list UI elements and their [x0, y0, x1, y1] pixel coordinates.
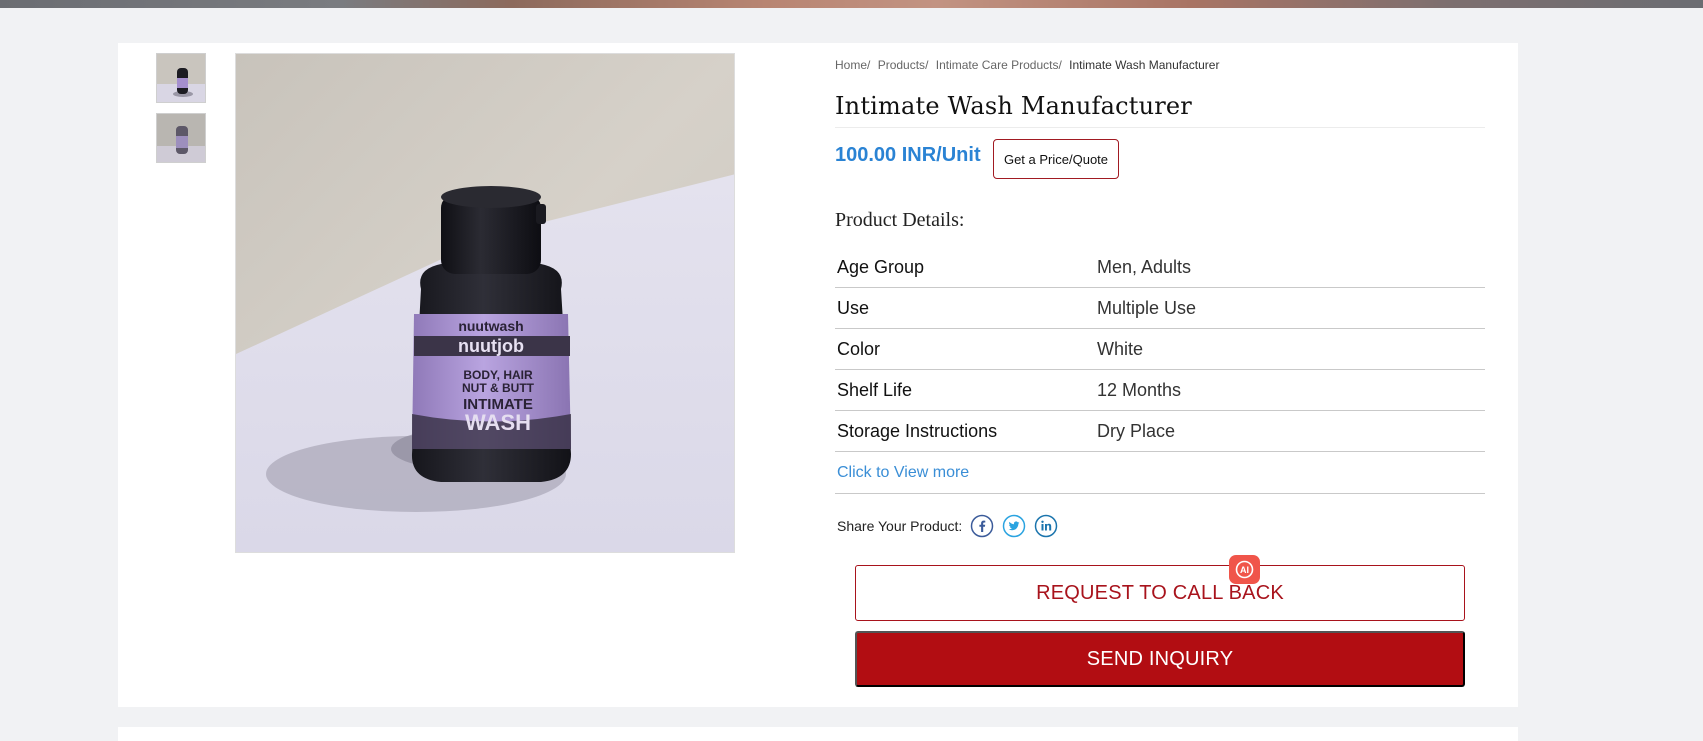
- view-more-row: Click to View more: [835, 452, 1485, 494]
- get-price-quote-button[interactable]: Get a Price/Quote: [993, 139, 1119, 179]
- bottle-thumb-image: [157, 54, 205, 102]
- spec-value: 12 Months: [1097, 379, 1182, 400]
- spec-value: Men, Adults: [1097, 256, 1192, 277]
- share-label: Share Your Product:: [837, 518, 963, 534]
- breadcrumb-separator: /: [925, 58, 929, 72]
- svg-text:WASH: WASH: [465, 410, 531, 435]
- request-call-back-button[interactable]: REQUEST TO CALL BACK: [855, 565, 1465, 621]
- breadcrumb-separator: /: [867, 58, 871, 72]
- top-banner: [0, 0, 1703, 8]
- spec-label: Shelf Life: [837, 379, 913, 400]
- ai-assistant-icon[interactable]: AI: [1229, 555, 1260, 584]
- thumbnail-1[interactable]: [156, 53, 206, 103]
- linkedin-icon[interactable]: [1034, 514, 1058, 538]
- product-main-image[interactable]: nuutwash nuutjob BODY, HAIR NUT & BUTT I…: [235, 53, 735, 553]
- spec-label: Color: [837, 338, 881, 359]
- product-price: 100.00 INR/Unit: [835, 144, 981, 166]
- view-more-link[interactable]: Click to View more: [835, 464, 969, 482]
- spec-value: White: [1097, 338, 1144, 359]
- breadcrumb-category[interactable]: Intimate Care Products: [936, 58, 1059, 72]
- title-divider: [835, 127, 1485, 128]
- facebook-icon[interactable]: [970, 514, 994, 538]
- breadcrumb-current: Intimate Wash Manufacturer: [1069, 58, 1220, 72]
- svg-text:NUT & BUTT: NUT & BUTT: [462, 381, 535, 395]
- bottle-brand-text: nuutwash: [458, 318, 523, 334]
- table-row: Age Group Men, Adults: [835, 247, 1485, 288]
- spec-label: Use: [837, 297, 870, 318]
- spec-value: Dry Place: [1097, 420, 1176, 441]
- product-details-table: Age Group Men, Adults Use Multiple Use C…: [835, 247, 1485, 494]
- breadcrumb: Home/ Products/ Intimate Care Products/ …: [835, 58, 1219, 72]
- thumbnail-2[interactable]: [156, 113, 206, 163]
- table-row: Color White: [835, 329, 1485, 370]
- svg-text:AI: AI: [1240, 565, 1249, 575]
- twitter-icon[interactable]: [1002, 514, 1026, 538]
- send-inquiry-button[interactable]: SEND INQUIRY: [855, 631, 1465, 687]
- intimate-wash-bottle-photo: nuutwash nuutjob BODY, HAIR NUT & BUTT I…: [236, 54, 734, 552]
- table-row: Shelf Life 12 Months: [835, 370, 1485, 411]
- bottle-logo-text: nuutjob: [458, 336, 524, 356]
- table-row: Storage Instructions Dry Place: [835, 411, 1485, 452]
- spec-label: Storage Instructions: [837, 420, 998, 441]
- product-details-heading: Product Details:: [835, 209, 965, 231]
- product-title: Intimate Wash Manufacturer: [835, 92, 1192, 120]
- spec-value: Multiple Use: [1097, 297, 1197, 318]
- breadcrumb-products[interactable]: Products: [878, 58, 925, 72]
- breadcrumb-separator: /: [1058, 58, 1062, 72]
- table-row: Use Multiple Use: [835, 288, 1485, 329]
- breadcrumb-home[interactable]: Home: [835, 58, 867, 72]
- svg-text:BODY, HAIR: BODY, HAIR: [463, 368, 533, 382]
- next-section-card: [118, 727, 1518, 741]
- spec-label: Age Group: [837, 256, 925, 277]
- bottle-thumb-image: [157, 114, 205, 162]
- share-bar: Share Your Product:: [837, 514, 1058, 538]
